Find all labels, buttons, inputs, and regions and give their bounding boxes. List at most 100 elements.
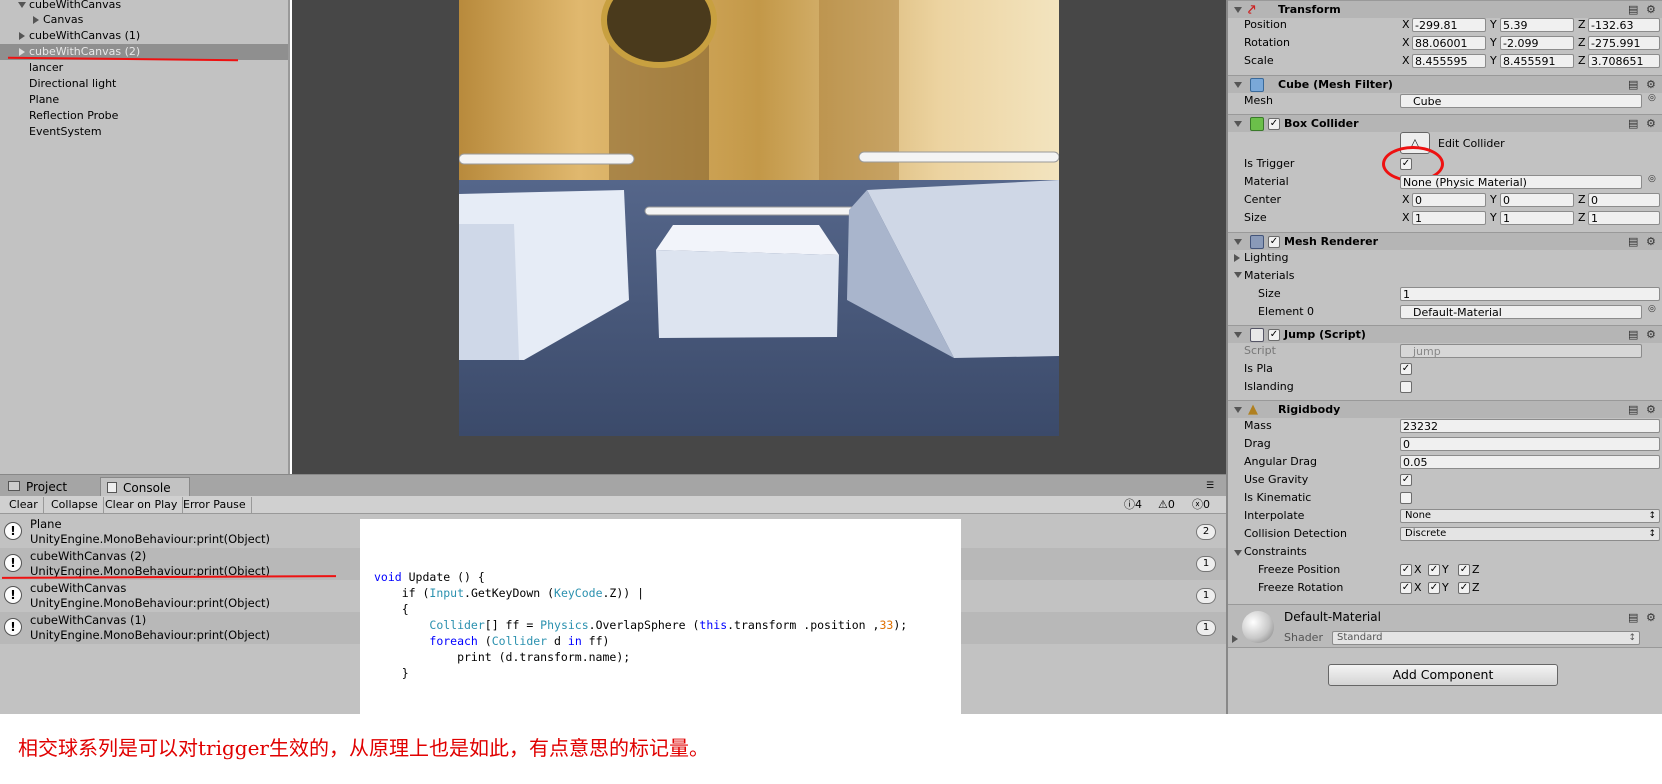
collapse-arrow-icon[interactable]	[1234, 407, 1242, 413]
position-y-field[interactable]: 5.39	[1500, 18, 1574, 32]
material-field[interactable]: None (Physic Material)	[1400, 175, 1642, 189]
freeze-rotation-x-checkbox[interactable]: ✓	[1400, 582, 1412, 594]
collapse-arrow-icon[interactable]	[1234, 332, 1242, 338]
materials-size-field[interactable]: 1	[1400, 287, 1660, 301]
gear-icon[interactable]: ⚙	[1646, 76, 1656, 94]
expand-arrow-icon[interactable]	[18, 2, 26, 8]
gear-icon[interactable]: ⚙	[1646, 233, 1656, 251]
center-x-field[interactable]: 0	[1412, 193, 1486, 207]
box-collider-enabled-checkbox[interactable]: ✓	[1268, 118, 1280, 130]
gear-icon[interactable]: ⚙	[1646, 115, 1656, 133]
element0-field[interactable]: Default-Material	[1400, 305, 1642, 319]
tab-project[interactable]: Project	[4, 477, 96, 497]
hierarchy-item-canvas[interactable]: Canvas	[0, 12, 288, 28]
expand-arrow-icon[interactable]	[33, 16, 39, 24]
freeze-position-z-checkbox[interactable]: ✓	[1458, 564, 1470, 576]
is-kinematic-checkbox[interactable]	[1400, 492, 1412, 504]
gear-icon[interactable]: ⚙	[1646, 1, 1656, 19]
help-icon[interactable]: ▤	[1628, 611, 1638, 624]
help-icon[interactable]: ▤	[1628, 233, 1638, 251]
panel-menu-icon[interactable]: ☰	[1206, 481, 1214, 491]
tab-console[interactable]: Console	[100, 477, 190, 497]
freeze-position-x-checkbox[interactable]: ✓	[1400, 564, 1412, 576]
expand-arrow-icon[interactable]	[1234, 254, 1240, 262]
collapse-arrow-icon[interactable]	[1234, 239, 1242, 245]
shader-dropdown[interactable]: Standard	[1332, 631, 1640, 645]
collapse-arrow-icon[interactable]	[1234, 550, 1242, 556]
mass-field[interactable]: 23232	[1400, 419, 1660, 433]
collapse-arrow-icon[interactable]	[1234, 7, 1242, 13]
object-picker-icon[interactable]: ◎	[1648, 174, 1656, 184]
collapse-arrow-icon[interactable]	[1234, 272, 1242, 278]
size-z-field[interactable]: 1	[1588, 211, 1660, 225]
gear-icon[interactable]: ⚙	[1646, 326, 1656, 344]
position-x-field[interactable]: -299.81	[1412, 18, 1486, 32]
error-filter-toggle[interactable]: ⓧ0	[1192, 497, 1210, 513]
angular-drag-field[interactable]: 0.05	[1400, 455, 1660, 469]
expand-arrow-icon[interactable]	[19, 32, 25, 40]
center-y-field[interactable]: 0	[1500, 193, 1574, 207]
scale-y-field[interactable]: 8.455591	[1500, 54, 1574, 68]
clear-button[interactable]: Clear	[4, 497, 44, 513]
mesh-renderer-enabled-checkbox[interactable]: ✓	[1268, 236, 1280, 248]
hierarchy-item-directional-light[interactable]: Directional light	[0, 76, 288, 92]
clear-on-play-button[interactable]: Clear on Play	[100, 497, 184, 513]
collapse-arrow-icon[interactable]	[1234, 82, 1242, 88]
add-component-button[interactable]: Add Component	[1328, 664, 1558, 686]
freeze-rotation-y-checkbox[interactable]: ✓	[1428, 582, 1440, 594]
size-y-field[interactable]: 1	[1500, 211, 1574, 225]
drag-field[interactable]: 0	[1400, 437, 1660, 451]
gear-icon[interactable]: ⚙	[1646, 401, 1656, 419]
help-icon[interactable]: ▤	[1628, 76, 1638, 94]
help-icon[interactable]: ▤	[1628, 326, 1638, 344]
freeze-position-y-checkbox[interactable]: ✓	[1428, 564, 1440, 576]
hierarchy-item-eventsystem[interactable]: EventSystem	[0, 124, 288, 140]
lighting-foldout[interactable]: Lighting	[1244, 250, 1288, 266]
log-filter-toggle[interactable]: ⓘ4	[1124, 497, 1142, 513]
game-view[interactable]	[459, 0, 1059, 436]
mesh-field[interactable]: Cube	[1400, 94, 1642, 108]
error-pause-button[interactable]: Error Pause	[178, 497, 252, 513]
islanding-checkbox[interactable]	[1400, 381, 1412, 393]
interpolate-dropdown[interactable]: None	[1400, 509, 1660, 523]
z-label: Z	[1472, 581, 1480, 594]
box-collider-header[interactable]: ✓ Box Collider ▤ ⚙	[1228, 114, 1662, 132]
materials-foldout[interactable]: Materials	[1244, 268, 1294, 284]
help-icon[interactable]: ▤	[1628, 115, 1638, 133]
mesh-filter-header[interactable]: Cube (Mesh Filter) ▤ ⚙	[1228, 75, 1662, 93]
object-picker-icon[interactable]: ◎	[1648, 93, 1656, 103]
mesh-renderer-header[interactable]: ✓ Mesh Renderer ▤ ⚙	[1228, 232, 1662, 250]
help-icon[interactable]: ▤	[1628, 401, 1638, 419]
expand-arrow-icon[interactable]	[19, 48, 25, 56]
size-x-field[interactable]: 1	[1412, 211, 1486, 225]
use-gravity-checkbox[interactable]: ✓	[1400, 474, 1412, 486]
rotation-y-field[interactable]: -2.099	[1500, 36, 1574, 50]
collapse-button[interactable]: Collapse	[46, 497, 104, 513]
constraints-foldout[interactable]: Constraints	[1244, 544, 1307, 560]
freeze-rotation-z-checkbox[interactable]: ✓	[1458, 582, 1470, 594]
rigidbody-header[interactable]: ▲ Rigidbody ▤ ⚙	[1228, 400, 1662, 418]
help-icon[interactable]: ▤	[1628, 1, 1638, 19]
collision-detection-dropdown[interactable]: Discrete	[1400, 527, 1660, 541]
object-picker-icon[interactable]: ◎	[1648, 304, 1656, 314]
center-z-field[interactable]: 0	[1588, 193, 1660, 207]
rotation-x-field[interactable]: 88.06001	[1412, 36, 1486, 50]
transform-header[interactable]: ⤤ Transform ▤ ⚙	[1228, 0, 1662, 18]
jump-script-enabled-checkbox[interactable]: ✓	[1268, 329, 1280, 341]
is-pla-checkbox[interactable]: ✓	[1400, 363, 1412, 375]
scale-x-field[interactable]: 8.455595	[1412, 54, 1486, 68]
expand-arrow-icon[interactable]	[1232, 635, 1238, 643]
collapse-arrow-icon[interactable]	[1234, 121, 1242, 127]
position-z-field[interactable]: -132.63	[1588, 18, 1660, 32]
rotation-z-field[interactable]: -275.991	[1588, 36, 1660, 50]
warning-filter-toggle[interactable]: ⚠0	[1158, 497, 1175, 513]
scale-z-field[interactable]: 3.708651	[1588, 54, 1660, 68]
hierarchy-item-reflection-probe[interactable]: Reflection Probe	[0, 108, 288, 124]
log-count-badge: 1	[1196, 556, 1216, 572]
gear-icon[interactable]: ⚙	[1646, 611, 1656, 624]
hierarchy-item-lancer[interactable]: lancer	[0, 60, 288, 76]
jump-script-header[interactable]: ✓ Jump (Script) ▤ ⚙	[1228, 325, 1662, 343]
hierarchy-item-label: Reflection Probe	[29, 109, 119, 122]
hierarchy-item-cubewithcanvas-1[interactable]: cubeWithCanvas (1)	[0, 28, 288, 44]
hierarchy-item-plane[interactable]: Plane	[0, 92, 288, 108]
